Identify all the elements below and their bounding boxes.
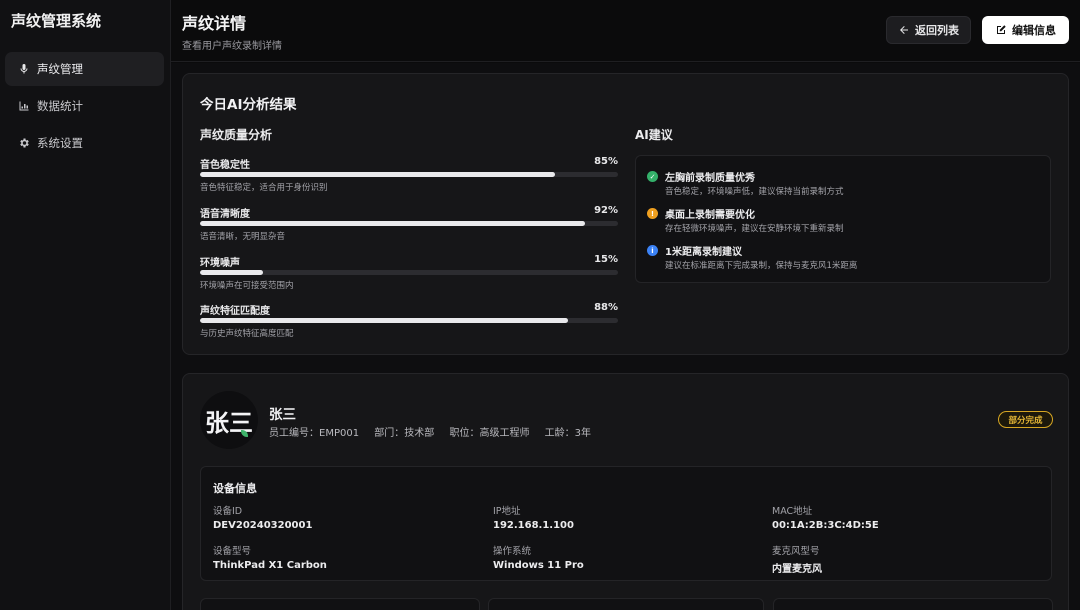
ai-advice-title: AI建议	[635, 128, 673, 142]
metric-percent: 88%	[594, 302, 618, 313]
microphone-icon	[17, 62, 31, 76]
back-button-label: 返回列表	[915, 24, 959, 37]
field-value: ThinkPad X1 Carbon	[213, 560, 327, 571]
field-label: 设备ID	[213, 506, 243, 517]
field-value: Windows 11 Pro	[493, 560, 584, 571]
progress-track	[200, 270, 618, 275]
device-model-field: 设备型号 ThinkPad X1 Carbon	[213, 543, 463, 571]
edit-button-label: 编辑信息	[1012, 24, 1056, 37]
progress-fill	[200, 221, 585, 226]
employee-id: 员工编号：EMP001	[269, 428, 360, 439]
device-id-field: 设备ID DEV20240320001	[213, 503, 463, 531]
metric-desc: 环境噪声在可接受范围内	[200, 281, 294, 291]
analysis-title: 今日AI分析结果	[200, 97, 297, 113]
metric-percent: 85%	[594, 156, 618, 167]
progress-fill	[200, 172, 556, 177]
advice-item-success: ✓ 左胸前录制质量优秀 音色稳定，环境噪声低，建议保持当前录制方式	[647, 168, 1042, 198]
sidebar-item-label: 系统设置	[37, 136, 83, 150]
field-label: 操作系统	[493, 546, 532, 557]
advice-item-info: i 1米距离录制建议 建议在标准距离下完成录制，保持与麦克风1米距离	[647, 242, 1042, 272]
field-label: 设备型号	[213, 546, 252, 557]
advice-item-warning: ! 桌面上录制需要优化 存在轻微环境噪声，建议在安静环境下重新录制	[647, 205, 1042, 235]
field-value: 00:1A:2B:3C:4D:5E	[772, 520, 879, 531]
field-label: IP地址	[493, 506, 521, 517]
advice-title: 桌面上录制需要优化	[665, 210, 755, 221]
department: 部门：技术部	[374, 428, 435, 439]
bar-chart-icon	[17, 99, 31, 113]
user-meta: 员工编号：EMP001 部门：技术部 职位：高级工程师 工龄：3年	[269, 424, 603, 439]
sidebar-item-statistics[interactable]: 数据统计	[5, 89, 164, 123]
metric-desc: 语音清晰，无明显杂音	[200, 232, 286, 242]
metric-desc: 与历史声纹特征高度匹配	[200, 329, 294, 339]
metric-feature-match: 声纹特征匹配度 88% 与历史声纹特征高度匹配	[200, 302, 618, 342]
metric-timbre-stability: 音色稳定性 85% 音色特征稳定，适合用于身份识别	[200, 156, 618, 196]
metric-speech-clarity: 语音清晰度 92% 语音清晰，无明显杂音	[200, 205, 618, 245]
metric-ambient-noise: 环境噪声 15% 环境噪声在可接受范围内	[200, 254, 618, 294]
advice-desc: 存在轻微环境噪声，建议在安静环境下重新录制	[665, 224, 844, 234]
advice-list: ✓ 左胸前录制质量优秀 音色稳定，环境噪声低，建议保持当前录制方式 ! 桌面上录…	[635, 155, 1051, 283]
metric-percent: 15%	[594, 254, 618, 265]
advice-title: 左胸前录制质量优秀	[665, 173, 755, 184]
sidebar-item-settings[interactable]: 系统设置	[5, 126, 164, 160]
advice-title: 1米距离录制建议	[665, 247, 742, 258]
page-title: 声纹详情	[182, 14, 247, 33]
progress-track	[200, 221, 618, 226]
main-area: 声纹详情 查看用户声纹录制详情 返回列表 编辑信息 今日AI分析结果 声纹质量分…	[171, 0, 1080, 610]
mac-address-field: MAC地址 00:1A:2B:3C:4D:5E	[772, 503, 1022, 531]
content-scroll[interactable]: 今日AI分析结果 声纹质量分析 AI建议 音色稳定性 85% 音色特征稳定，适合…	[171, 63, 1080, 610]
progress-track	[200, 318, 618, 323]
sidebar-item-label: 数据统计	[37, 99, 83, 113]
device-info-panel: 设备信息 设备ID DEV20240320001 IP地址 192.168.1.…	[200, 466, 1052, 581]
warning-circle-icon: !	[647, 208, 658, 219]
advice-desc: 音色稳定，环境噪声低，建议保持当前录制方式	[665, 187, 844, 197]
metric-desc: 音色特征稳定，适合用于身份识别	[200, 183, 328, 193]
page-subtitle: 查看用户声纹录制详情	[182, 41, 282, 52]
progress-track	[200, 172, 618, 177]
sidebar-item-label: 声纹管理	[37, 62, 83, 76]
user-name: 张三	[269, 407, 296, 423]
status-badge: 部分完成	[998, 411, 1053, 428]
sidebar-item-voiceprint[interactable]: 声纹管理	[5, 52, 164, 86]
ip-address-field: IP地址 192.168.1.100	[493, 503, 743, 531]
field-value: 内置麦克风	[772, 564, 822, 575]
recording-card	[200, 598, 480, 610]
ai-analysis-card: 今日AI分析结果 声纹质量分析 AI建议 音色稳定性 85% 音色特征稳定，适合…	[182, 73, 1069, 355]
recording-card	[488, 598, 764, 610]
tenure: 工龄：3年	[544, 428, 592, 439]
metric-percent: 92%	[594, 205, 618, 216]
advice-desc: 建议在标准距离下完成录制，保持与麦克风1米距离	[665, 261, 858, 271]
back-to-list-button[interactable]: 返回列表	[886, 16, 971, 44]
edit-icon	[997, 25, 1006, 34]
field-value: DEV20240320001	[213, 520, 313, 531]
check-circle-icon: ✓	[647, 171, 658, 182]
header: 声纹详情 查看用户声纹录制详情 返回列表 编辑信息	[171, 0, 1080, 62]
os-field: 操作系统 Windows 11 Pro	[493, 543, 743, 571]
app-title: 声纹管理系统	[11, 12, 102, 30]
field-value: 192.168.1.100	[493, 520, 574, 531]
field-label: 麦克风型号	[772, 546, 820, 557]
progress-fill	[200, 318, 568, 323]
edit-info-button[interactable]: 编辑信息	[982, 16, 1069, 44]
avatar: 张三	[200, 391, 258, 449]
progress-fill	[200, 270, 263, 275]
metric-name: 声纹特征匹配度	[200, 306, 270, 317]
quality-analysis-title: 声纹质量分析	[200, 128, 273, 142]
info-circle-icon: i	[647, 245, 658, 256]
arrow-left-icon	[900, 26, 908, 34]
device-info-title: 设备信息	[213, 482, 257, 495]
gear-icon	[17, 136, 31, 150]
recording-card	[773, 598, 1053, 610]
field-label: MAC地址	[772, 506, 813, 517]
metric-name: 语音清晰度	[200, 209, 250, 220]
position: 职位：高级工程师	[449, 428, 530, 439]
sidebar: 声纹管理系统 声纹管理 数据统计 系统设置	[0, 0, 171, 610]
user-detail-card: 张三 张三 员工编号：EMP001 部门：技术部 职位：高级工程师 工龄：3年 …	[182, 373, 1069, 610]
metric-name: 音色稳定性	[200, 160, 250, 171]
microphone-model-field: 麦克风型号 内置麦克风	[772, 543, 1022, 575]
metric-name: 环境噪声	[200, 258, 240, 269]
